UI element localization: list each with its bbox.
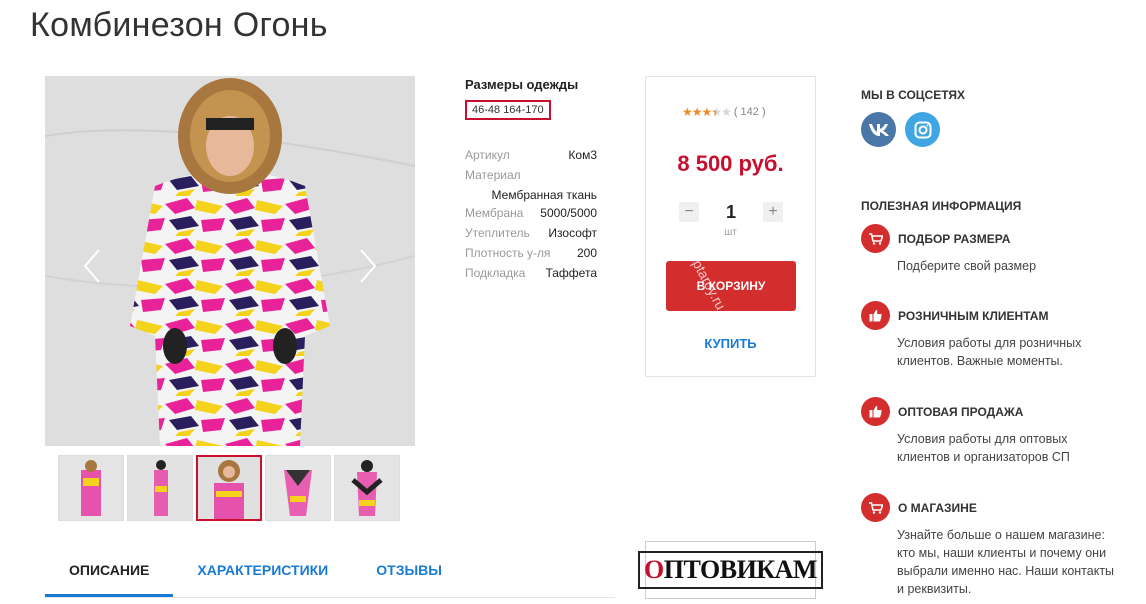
info-item-description: Условия работы для розничных клиентов. В… — [897, 336, 1082, 368]
info-item-title: ОПТОВАЯ ПРОДАЖА — [898, 404, 1024, 419]
vk-icon[interactable] — [861, 112, 896, 147]
info-item-title: ПОДБОР РАЗМЕРА — [898, 231, 1011, 246]
info-item-title: О МАГАЗИНЕ — [898, 500, 977, 515]
property-value: Ком3 — [568, 148, 597, 162]
optovikam-banner[interactable]: ОПТОВИКАМ — [638, 541, 823, 599]
property-value: Таффета — [545, 266, 597, 280]
property-row: Артикул Ком3 — [465, 146, 597, 166]
info-item-about: О МАГАЗИНЕ Узнайте больше о нашем магази… — [861, 493, 1141, 598]
product-rating[interactable]: ★★★★★ ( 142 ) — [682, 105, 766, 119]
info-item-size: ПОДБОР РАЗМЕРА Подберите свой размер — [861, 224, 1141, 275]
star-empty-icon: ★ — [721, 105, 732, 119]
quantity-input[interactable] — [711, 201, 751, 223]
info-item-description: Условия работы для оптовых клиентов и ор… — [897, 432, 1070, 464]
product-tabs: ОПИСАНИЕ ХАРАКТЕРИСТИКИ ОТЗЫВЫ — [45, 548, 615, 598]
property-row: Утеплитель Изософт — [465, 224, 597, 244]
buy-box: ★★★★★ ( 142 ) 8 500 руб. − + шт В КОРЗИН… — [645, 76, 816, 377]
property-key: Плотность у-ля — [465, 246, 551, 260]
banner-logo-first-letter: О — [644, 555, 664, 584]
thumbs-up-icon — [861, 397, 890, 426]
gallery-next-arrow[interactable] — [353, 246, 381, 286]
gallery-thumbnail[interactable] — [127, 455, 193, 521]
tab-characteristics[interactable]: ХАРАКТЕРИСТИКИ — [173, 548, 352, 597]
property-value: Мембранная ткань — [491, 188, 597, 202]
info-item-header[interactable]: ОПТОВАЯ ПРОДАЖА — [861, 397, 1141, 426]
property-key: Мембрана — [465, 206, 524, 220]
property-row: Материал Мембранная ткань — [465, 166, 597, 204]
info-item-retail: РОЗНИЧНЫМ КЛИЕНТАМ Условия работы для ро… — [861, 301, 1141, 370]
gallery-thumbnail[interactable] — [58, 455, 124, 521]
size-option-selected[interactable]: 46-48 164-170 — [465, 100, 551, 120]
property-key: Подкладка — [465, 266, 526, 280]
product-price: 8 500 руб. — [677, 151, 784, 176]
gallery-thumbnail-active[interactable] — [196, 455, 262, 521]
info-item-description: Подберите свой размер — [897, 259, 1037, 273]
property-value: 200 — [576, 246, 597, 260]
quantity-unit: шт — [724, 227, 737, 238]
property-key: Артикул — [465, 148, 510, 162]
review-count: ( 142 ) — [733, 106, 766, 118]
star-half-icon: ★ — [711, 105, 722, 119]
social-title: МЫ В СОЦСЕТЯХ — [861, 88, 966, 102]
add-to-cart-button[interactable]: В КОРЗИНУ — [666, 261, 796, 311]
info-item-header[interactable]: РОЗНИЧНЫМ КЛИЕНТАМ — [861, 301, 1141, 330]
rating-stars: ★★★★★ — [682, 105, 732, 119]
property-row: Мембрана 5000/5000 — [465, 204, 597, 224]
gallery-prev-arrow[interactable] — [79, 246, 107, 286]
banner-logo-text: ПТОВИКАМ — [663, 555, 818, 584]
cart-icon — [861, 224, 890, 253]
page-title: Комбинезон Огонь — [30, 6, 328, 44]
quantity-minus-button[interactable]: − — [679, 202, 699, 222]
gallery-thumbnails — [58, 455, 400, 521]
sizes-title: Размеры одежды — [465, 77, 579, 92]
property-row: Подкладка Таффета — [465, 264, 597, 284]
buy-now-link[interactable]: КУПИТЬ — [646, 336, 815, 351]
cart-icon — [861, 493, 890, 522]
thumbs-up-icon — [861, 301, 890, 330]
property-key: Утеплитель — [465, 226, 530, 240]
tab-description[interactable]: ОПИСАНИЕ — [45, 548, 174, 597]
property-key: Материал — [465, 168, 521, 182]
product-properties: Артикул Ком3 Материал Мембранная ткань М… — [465, 146, 597, 284]
star-icon: ★ — [682, 105, 693, 119]
info-item-header[interactable]: О МАГАЗИНЕ — [861, 493, 1141, 522]
property-value: 5000/5000 — [540, 206, 597, 220]
product-main-image[interactable] — [45, 76, 415, 446]
gallery-thumbnail[interactable] — [334, 455, 400, 521]
info-item-title: РОЗНИЧНЫМ КЛИЕНТАМ — [898, 308, 1049, 323]
social-links — [861, 112, 940, 147]
star-icon: ★ — [691, 105, 703, 119]
instagram-icon[interactable] — [905, 112, 940, 147]
star-icon: ★ — [701, 105, 713, 119]
property-value: Изософт — [548, 226, 597, 240]
property-row: Плотность у-ля 200 — [465, 244, 597, 264]
info-item-header[interactable]: ПОДБОР РАЗМЕРА — [861, 224, 1141, 253]
gallery-thumbnail[interactable] — [265, 455, 331, 521]
useful-info-title: ПОЛЕЗНАЯ ИНФОРМАЦИЯ — [861, 199, 1022, 213]
quantity-stepper: − + — [679, 201, 783, 223]
quantity-plus-button[interactable]: + — [763, 202, 783, 222]
info-item-wholesale: ОПТОВАЯ ПРОДАЖА Условия работы для оптов… — [861, 397, 1141, 466]
info-item-description: Узнайте больше о нашем магазине: кто мы,… — [897, 528, 1115, 596]
tab-reviews[interactable]: ОТЗЫВЫ — [352, 548, 466, 597]
banner-logo: ОПТОВИКАМ — [638, 551, 823, 589]
